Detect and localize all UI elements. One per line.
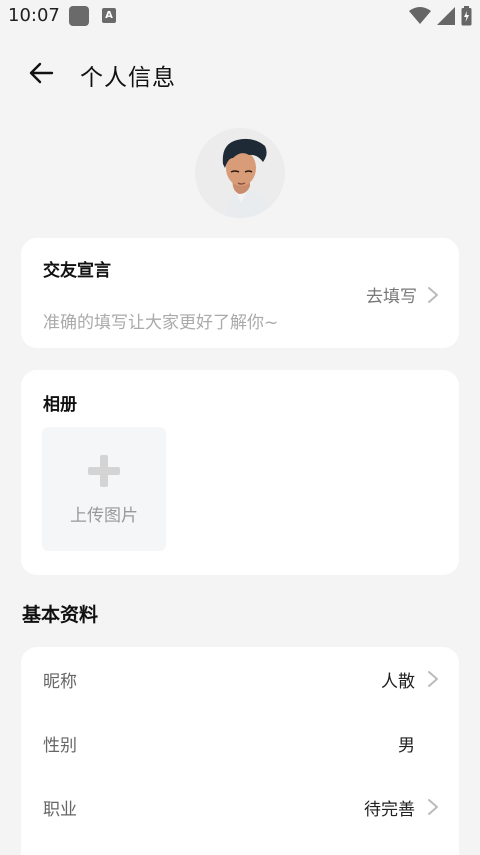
occupation-row[interactable]: 职业 待完善	[21, 775, 459, 839]
signal-icon	[437, 7, 455, 25]
occupation-value: 待完善	[364, 800, 415, 820]
basic-info-card: 昵称 人散 性别 男 职业 待完善	[21, 647, 459, 855]
occupation-label: 职业	[43, 800, 77, 820]
chevron-right-icon	[428, 799, 438, 815]
status-time: 10:07	[8, 5, 60, 26]
gender-label: 性别	[43, 736, 77, 756]
album-card: 相册 上传图片	[21, 370, 459, 575]
gender-value: 男	[398, 736, 415, 756]
nickname-label: 昵称	[43, 672, 77, 692]
wifi-icon	[409, 7, 431, 24]
nickname-value: 人散	[381, 672, 415, 692]
motto-fill-button[interactable]: 去填写	[366, 282, 439, 307]
avatar[interactable]	[195, 128, 285, 218]
chevron-right-icon	[428, 286, 438, 303]
motto-fill-label: 去填写	[366, 287, 417, 307]
status-bar: 10:07 A	[0, 0, 480, 34]
top-bar: 个人信息	[0, 44, 480, 102]
battery-icon	[461, 6, 472, 26]
motto-hint: 准确的填写让大家更好了解你~	[43, 313, 279, 333]
upload-photo-label: 上传图片	[70, 506, 138, 526]
upload-photo-button[interactable]: 上传图片	[42, 427, 166, 551]
basic-info-title: 基本资料	[22, 604, 99, 626]
plus-icon	[88, 455, 120, 487]
status-icons	[409, 6, 472, 26]
gender-row: 性别 男	[21, 711, 459, 775]
page-title: 个人信息	[80, 65, 176, 91]
notification-icon	[69, 6, 89, 26]
app-notification-icon: A	[102, 8, 116, 23]
chevron-right-icon	[428, 671, 438, 687]
avatar-image	[195, 128, 285, 218]
album-title: 相册	[43, 395, 77, 415]
nickname-row[interactable]: 昵称 人散	[21, 647, 459, 711]
back-arrow-icon[interactable]	[28, 60, 54, 86]
motto-title: 交友宣言	[43, 261, 111, 281]
motto-card: 交友宣言 去填写 准确的填写让大家更好了解你~	[21, 238, 459, 348]
